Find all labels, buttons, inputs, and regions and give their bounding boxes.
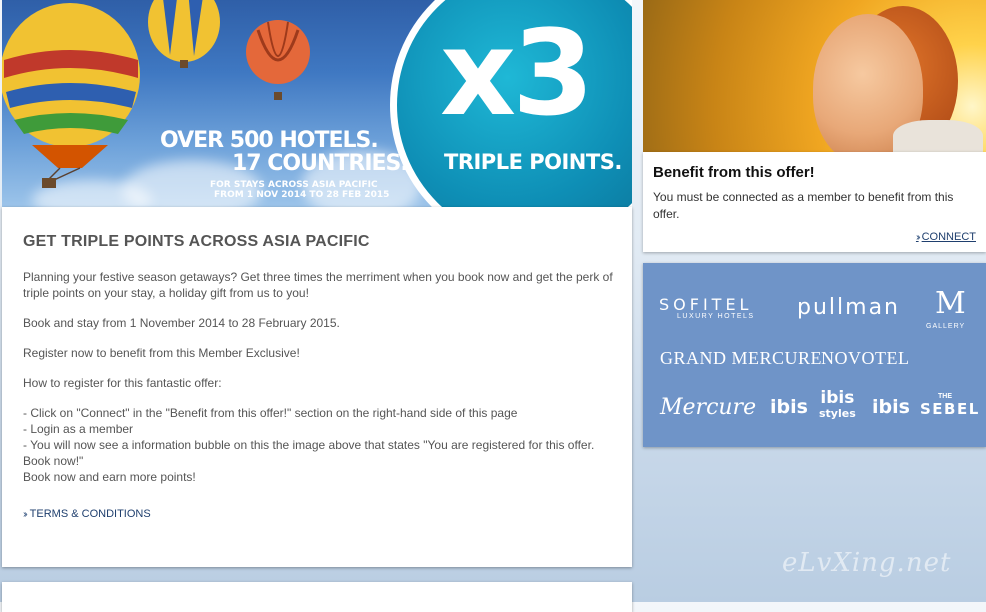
- offer-paragraph: Register now to benefit from this Member…: [23, 346, 300, 360]
- pullman-logo[interactable]: pullman: [797, 295, 900, 320]
- ibis-styles-bottom: styles: [819, 407, 856, 420]
- novotel-logo[interactable]: NOVOTEL: [821, 348, 909, 369]
- hero-subline-region: FOR STAYS ACROSS ASIA PACIFIC: [210, 180, 378, 190]
- offer-closing-text: Book now and earn more points!: [23, 470, 196, 484]
- sunlit-woman-photo: [643, 0, 986, 152]
- benefit-title: Benefit from this offer!: [653, 164, 815, 181]
- connect-link[interactable]: ›› CONNECT: [916, 231, 976, 243]
- terms-and-conditions-link[interactable]: ›› TERMS & CONDITIONS: [23, 508, 151, 520]
- registration-step: - Login as a member: [23, 422, 134, 436]
- benefit-description: You must be connected as a member to ben…: [653, 190, 954, 221]
- registration-steps: - Click on "Connect" in the "Benefit fro…: [23, 405, 613, 469]
- registration-step: - Click on "Connect" in the "Benefit fro…: [23, 406, 518, 420]
- ibis-logo[interactable]: ibis: [770, 396, 808, 418]
- hero-headline-hotels: OVER 500 HOTELS.: [160, 128, 379, 153]
- terms-link-label: TERMS & CONDITIONS: [29, 508, 151, 520]
- ibis-budget-logo[interactable]: ibis: [872, 396, 910, 418]
- offer-details-card: GET TRIPLE POINTS ACROSS ASIA PACIFIC Pl…: [2, 207, 632, 567]
- ibis-styles-top: ibis: [820, 388, 855, 408]
- connect-link-label: CONNECT: [921, 231, 976, 243]
- hero-triple-points-label: TRIPLE POINTS.: [444, 150, 622, 174]
- ibis-styles-logo[interactable]: ibis styles: [819, 388, 856, 421]
- benefit-offer-card: Benefit from this offer! You must be con…: [643, 152, 986, 252]
- hero-multiplier: x3: [440, 4, 594, 142]
- the-sebel-logo[interactable]: SEBEL: [920, 400, 980, 418]
- offer-paragraph: Book and stay from 1 November 2014 to 28…: [23, 316, 340, 330]
- site-watermark: eLvXing.net: [782, 548, 952, 578]
- hotel-brands-panel: SOFITEL LUXURY HOTELS pullman M GALLERY …: [643, 263, 986, 447]
- double-chevron-right-icon: ››: [23, 508, 27, 520]
- double-chevron-right-icon: ››: [915, 231, 920, 243]
- offer-title: GET TRIPLE POINTS ACROSS ASIA PACIFIC: [23, 233, 370, 250]
- hero-subline-dates: FROM 1 NOV 2014 TO 28 FEB 2015: [214, 190, 390, 200]
- sofitel-logo-subtitle: LUXURY HOTELS: [677, 313, 755, 320]
- secondary-content-card: [2, 582, 632, 612]
- the-sebel-logo-prefix: THE: [938, 393, 952, 400]
- mgallery-logo-subtitle: GALLERY: [926, 323, 966, 330]
- mercure-logo[interactable]: Mercure: [660, 395, 756, 420]
- hero-headline-countries: 17 COUNTRIES.: [232, 151, 409, 176]
- offer-paragraph: Planning your festive season getaways? G…: [23, 270, 613, 300]
- registration-step: - You will now see a information bubble …: [23, 438, 595, 468]
- offer-body: Planning your festive season getaways? G…: [23, 269, 613, 485]
- offer-paragraph: How to register for this fantastic offer…: [23, 376, 222, 390]
- sofitel-logo[interactable]: SOFITEL: [659, 295, 752, 314]
- grand-mercure-logo[interactable]: GRAND MERCURE: [660, 348, 822, 369]
- mgallery-logo[interactable]: M: [935, 286, 966, 321]
- promo-hero-banner: x3 TRIPLE POINTS. OVER 500 HOTELS. 17 CO…: [2, 0, 632, 207]
